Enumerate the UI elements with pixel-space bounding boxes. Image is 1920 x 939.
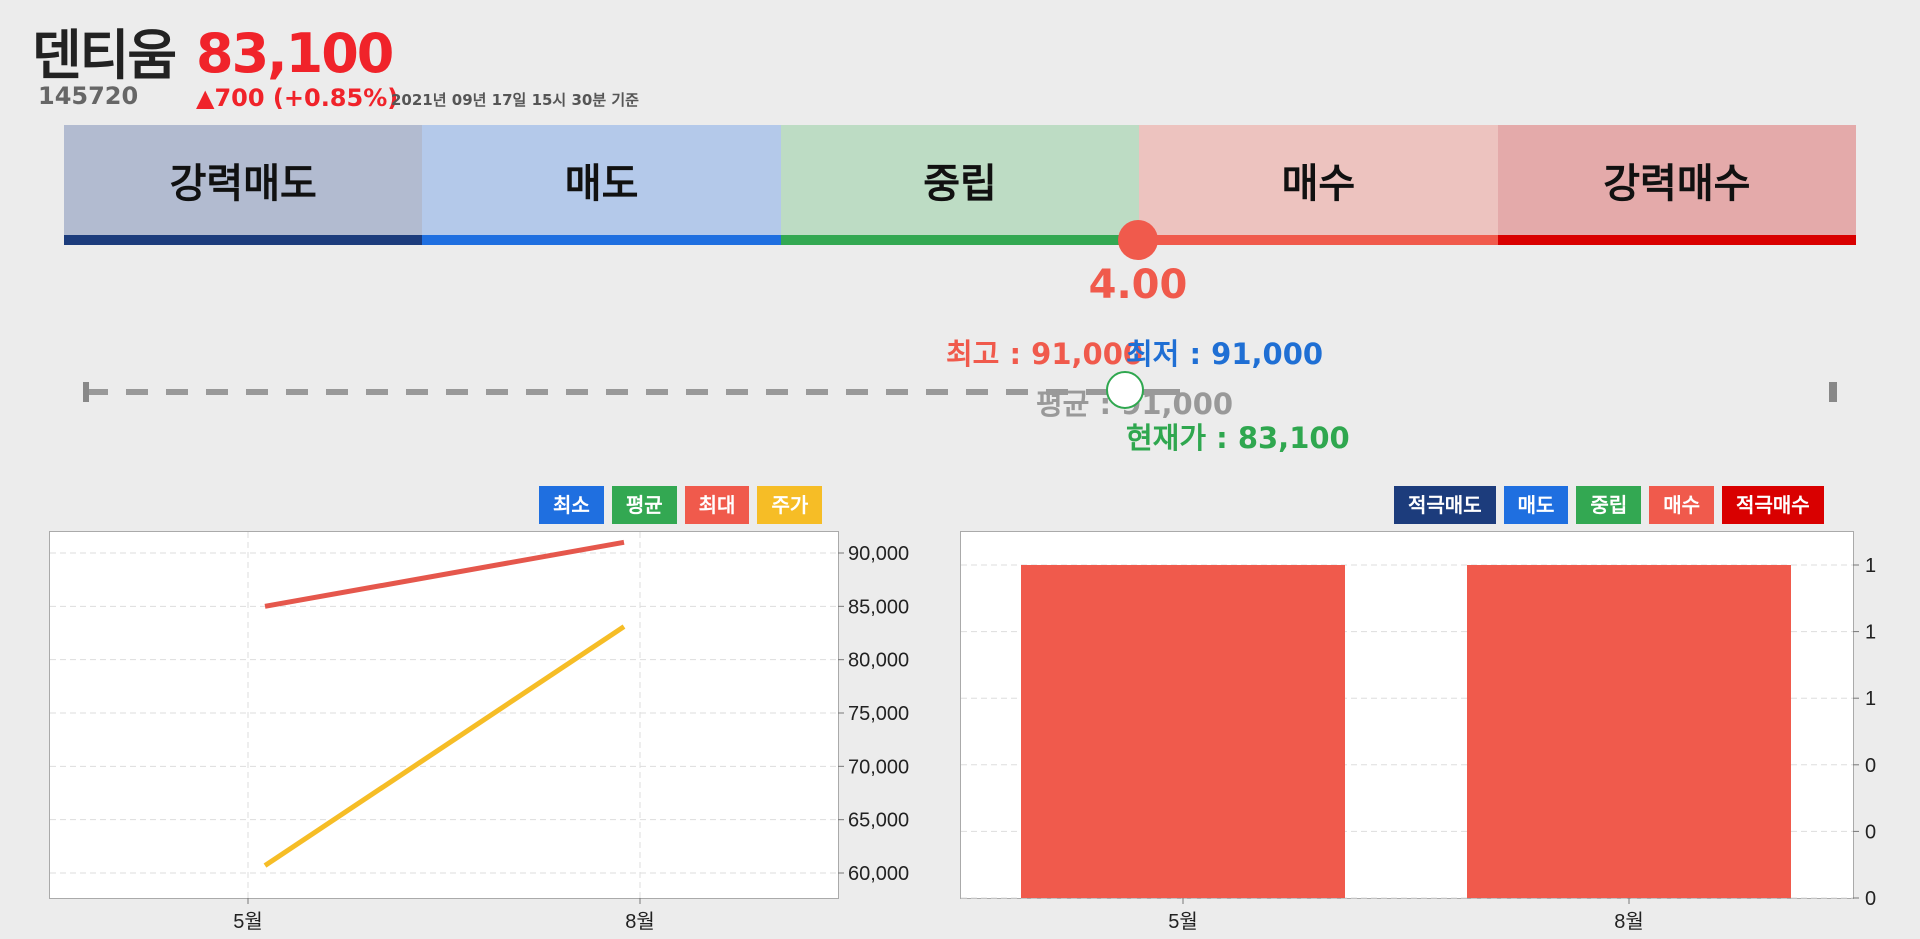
charts-layer: 90,000 85,000 80,000 75,000 70,000 65,000 60,0… (50, 532, 1876, 933)
line-chart-y-tick-label: 65,000 (848, 810, 909, 832)
line-series-최대 (264, 539, 625, 609)
line-chart-y-tick-label: 60,000 (848, 863, 909, 885)
bar (1467, 565, 1791, 898)
line-chart-y-tick-label: 85,000 (848, 596, 909, 618)
bar (1021, 565, 1345, 898)
line-chart-y-tick-label: 90,000 (848, 543, 909, 565)
bar-chart-y-tick-label: 0 (1865, 888, 1876, 910)
line-chart-y-tick-label: 70,000 (848, 756, 909, 778)
bar-chart-x-tick-label: 8월 (1614, 910, 1644, 933)
line-chart-x-tick-label: 8월 (625, 910, 655, 933)
line-series-주가 (263, 624, 626, 868)
bar-chart-y-tick-label: 1 (1865, 688, 1876, 710)
bar-chart-y-tick-label: 1 (1865, 622, 1876, 644)
line-chart-x-tick-label: 5월 (233, 910, 263, 933)
bar-chart-x-tick-label: 5월 (1168, 910, 1198, 933)
bar-chart-y-tick-label: 1 (1865, 555, 1876, 577)
line-chart-y-tick-label: 80,000 (848, 650, 909, 672)
line-chart-y-tick-label: 75,000 (848, 703, 909, 725)
bar-chart-y-tick-label: 0 (1865, 755, 1876, 777)
bar-chart-y-tick-label: 0 (1865, 821, 1876, 843)
